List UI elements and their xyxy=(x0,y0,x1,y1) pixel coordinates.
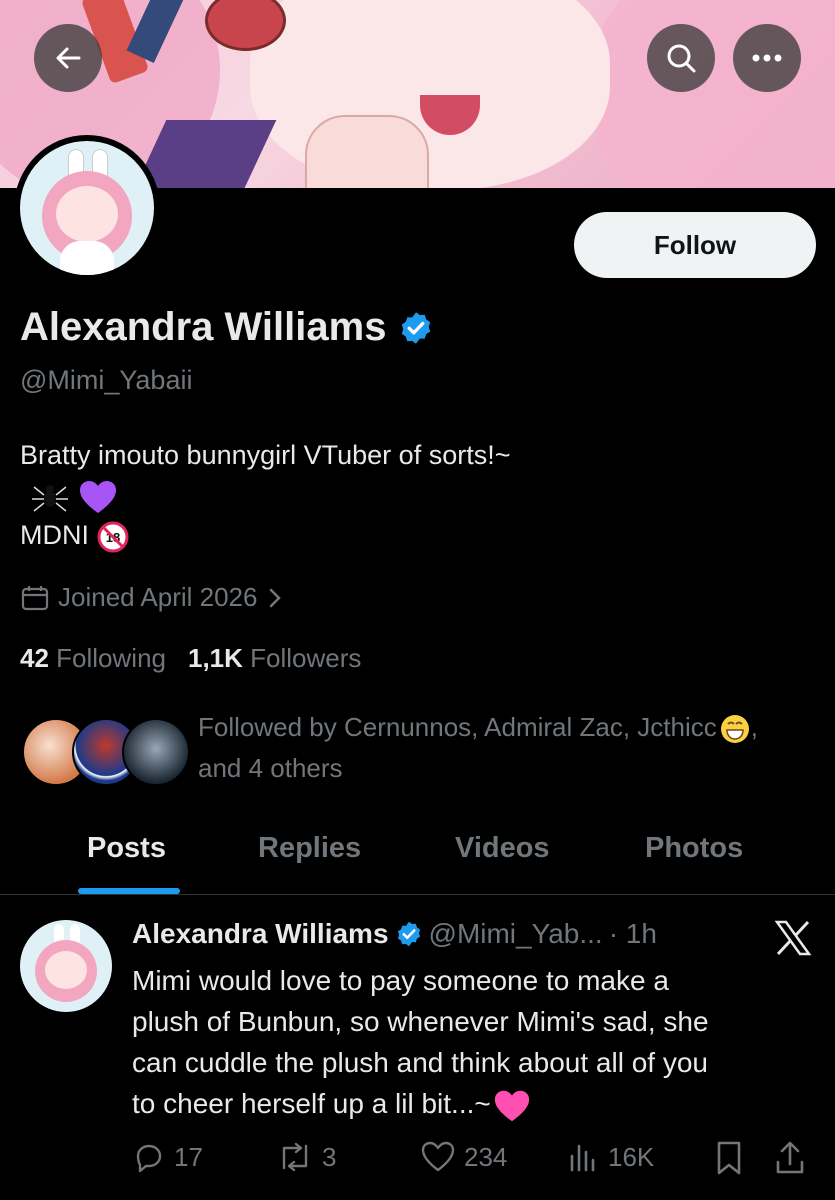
profile-handle: @Mimi_Yabaii xyxy=(20,365,193,395)
post-header: Alexandra Williams @Mimi_Yab... · 1h xyxy=(132,918,657,950)
verified-badge-icon xyxy=(397,921,420,947)
followers-link[interactable]: 1,1K Followers xyxy=(188,643,361,673)
follow-button[interactable]: Follow xyxy=(574,212,816,278)
back-button[interactable] xyxy=(34,24,102,92)
followed-by-avatars[interactable] xyxy=(22,718,190,786)
x-logo-icon[interactable] xyxy=(774,920,812,956)
post-author-handle[interactable]: @Mimi_Yab... xyxy=(429,918,603,950)
tab-photos[interactable]: Photos xyxy=(645,832,743,865)
verified-badge-icon xyxy=(402,311,431,344)
bio-line-1: Bratty imouto bunnygirl VTuber of sorts!… xyxy=(20,440,511,470)
profile-name: Alexandra Williams xyxy=(20,305,387,349)
reply-icon xyxy=(136,1144,162,1173)
follower-avatar xyxy=(122,718,190,786)
tab-replies[interactable]: Replies xyxy=(258,832,361,865)
profile-bio: Bratty imouto bunnygirl VTuber of sorts!… xyxy=(20,435,810,555)
bio-line-3: MDNI 18 xyxy=(20,515,810,555)
views-icon xyxy=(570,1144,595,1172)
like-button[interactable]: 234 xyxy=(420,1140,507,1174)
profile-avatar[interactable] xyxy=(14,135,160,281)
repost-button[interactable]: 3 xyxy=(276,1140,336,1174)
mdni-text: MDNI xyxy=(20,520,89,550)
profile-stats: 42 Following 1,1K Followers xyxy=(20,643,361,674)
calendar-icon xyxy=(21,585,49,610)
search-button[interactable] xyxy=(647,24,715,92)
joined-date[interactable]: Joined April 2026 xyxy=(20,582,285,613)
back-arrow-icon xyxy=(56,47,81,69)
bookmark-icon xyxy=(717,1141,741,1175)
profile-tabs: Posts Replies Videos Photos xyxy=(0,818,835,895)
bookmark-button[interactable] xyxy=(714,1140,744,1176)
joined-text: Joined April 2026 xyxy=(58,582,258,612)
pink-heart-icon xyxy=(494,1090,529,1121)
grin-emoji-icon xyxy=(720,715,749,744)
reply-button[interactable]: 17 xyxy=(132,1140,203,1174)
chevron-right-icon xyxy=(270,588,282,607)
search-icon xyxy=(667,44,696,73)
post-author-name[interactable]: Alexandra Williams xyxy=(132,918,389,950)
post-time[interactable]: · 1h xyxy=(609,918,657,950)
views-button[interactable]: 16K xyxy=(566,1140,654,1174)
profile-name-row: Alexandra Williams xyxy=(20,305,434,350)
spider-icon xyxy=(32,484,68,512)
post-actions: 17 3 234 16K xyxy=(132,1140,822,1180)
like-icon xyxy=(421,1141,455,1172)
tab-videos[interactable]: Videos xyxy=(455,832,550,865)
post-avatar[interactable] xyxy=(20,920,112,1012)
bio-emoji-line xyxy=(20,475,810,515)
post-text: Mimi would love to pay someone to make a… xyxy=(132,960,822,1124)
tab-posts[interactable]: Posts xyxy=(87,832,166,865)
active-tab-indicator xyxy=(78,888,180,894)
followed-by-text[interactable]: Followed by Cernunnos, Admiral Zac, Jcth… xyxy=(198,707,828,789)
repost-icon xyxy=(282,1142,308,1172)
share-icon xyxy=(776,1141,804,1174)
share-button[interactable] xyxy=(774,1140,806,1176)
no-under-18-icon: 18 xyxy=(97,521,129,553)
purple-heart-icon xyxy=(79,480,116,513)
more-button[interactable] xyxy=(733,24,801,92)
following-link[interactable]: 42 Following xyxy=(20,643,166,673)
more-icon xyxy=(752,54,782,62)
post[interactable]: Alexandra Williams @Mimi_Yab... · 1h Mim… xyxy=(0,896,835,1200)
